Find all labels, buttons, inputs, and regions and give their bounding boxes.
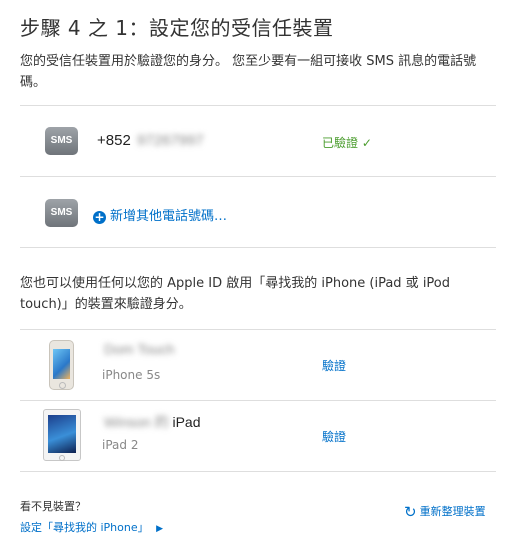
intro-text: 您的受信任裝置用於驗證您的身分。 您至少要有一組可接收 SMS 訊息的電話號碼。	[20, 54, 477, 90]
divider	[20, 329, 496, 330]
setup-find-my-iphone-link[interactable]: 設定「尋找我的 iPhone」 ▶	[20, 519, 163, 535]
divider	[20, 176, 496, 177]
phone-number: +852 97267997	[97, 132, 204, 149]
sms-icon: SMS	[45, 199, 78, 227]
sms-icon: SMS	[45, 127, 78, 155]
page-title: 步驟 4 之 1：設定您的受信任裝置	[20, 16, 334, 40]
device-model: iPhone 5s	[102, 368, 161, 382]
verify-device-button[interactable]: 驗證	[322, 428, 346, 445]
divider	[20, 400, 496, 401]
find-my-note: 您也可以使用任何以您的 Apple ID 啟用「尋找我的 iPhone (iPa…	[20, 276, 451, 312]
refresh-devices-button[interactable]: ↻ 重新整理裝置	[404, 503, 486, 521]
verify-device-button[interactable]: 驗證	[322, 357, 346, 374]
device-name-blurred: Dom Touch	[104, 341, 175, 357]
device-model: iPad 2	[102, 438, 139, 452]
plus-circle-icon: +	[93, 210, 106, 224]
ipad-icon	[43, 409, 81, 461]
refresh-icon: ↻	[404, 503, 417, 521]
divider	[20, 247, 496, 248]
chevron-right-icon: ▶	[156, 524, 164, 534]
add-phone-label: 新增其他電話號碼…	[110, 209, 228, 224]
iphone-icon	[49, 340, 74, 390]
device-name-blurred: Winson 的	[104, 414, 169, 430]
divider	[20, 471, 496, 472]
verified-status: 已驗證 ✓	[322, 134, 372, 151]
divider	[20, 105, 496, 106]
setup-link-label: 設定「尋找我的 iPhone」	[20, 521, 149, 534]
missing-device-question: 看不見裝置？	[20, 500, 86, 513]
checkmark-icon: ✓	[361, 136, 372, 150]
verified-label: 已驗證	[322, 136, 359, 150]
add-phone-button[interactable]: + 新增其他電話號碼…	[93, 205, 227, 224]
device-name: Winson 的 iPad	[102, 412, 201, 432]
device-name-suffix: iPad	[172, 414, 201, 430]
device-name: Dom Touch	[102, 341, 175, 357]
phone-prefix: +852	[97, 132, 131, 149]
refresh-label: 重新整理裝置	[419, 505, 486, 518]
phone-number-masked: 97267997	[136, 132, 204, 149]
